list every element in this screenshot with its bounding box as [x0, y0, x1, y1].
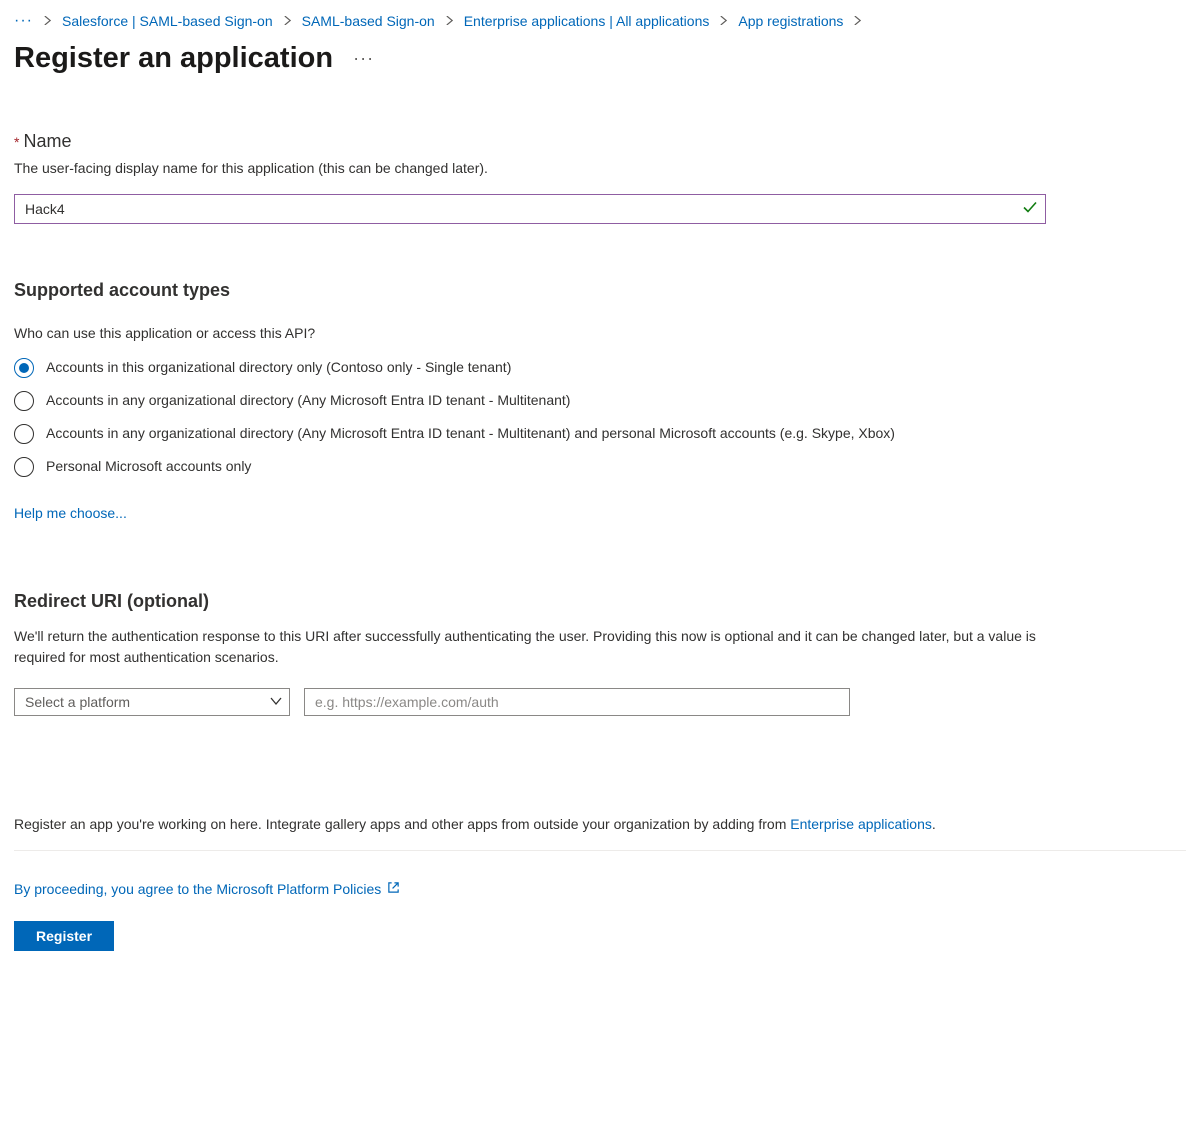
- platform-select[interactable]: Select a platform: [14, 688, 290, 716]
- page-title: Register an application: [14, 42, 333, 75]
- redirect-uri-input[interactable]: [304, 688, 850, 716]
- name-input[interactable]: [14, 194, 1046, 224]
- register-button[interactable]: Register: [14, 921, 114, 951]
- breadcrumb-item-0[interactable]: Salesforce | SAML-based Sign-on: [62, 13, 273, 29]
- redirect-controls: Select a platform: [14, 688, 1186, 716]
- radio-personal-only[interactable]: Personal Microsoft accounts only: [14, 456, 1186, 477]
- enterprise-applications-link[interactable]: Enterprise applications: [790, 816, 932, 832]
- account-types-title: Supported account types: [14, 280, 1186, 301]
- radio-label: Personal Microsoft accounts only: [46, 456, 251, 476]
- chevron-right-icon: [719, 14, 728, 28]
- radio-multitenant[interactable]: Accounts in any organizational directory…: [14, 390, 1186, 411]
- footer-note: Register an app you're working on here. …: [14, 816, 1186, 832]
- redirect-title: Redirect URI (optional): [14, 591, 1186, 612]
- footer-note-suffix: .: [932, 816, 936, 832]
- breadcrumb-item-3[interactable]: App registrations: [738, 13, 843, 29]
- more-actions-icon[interactable]: ···: [353, 48, 374, 69]
- name-input-wrapper: [14, 194, 1046, 224]
- account-types-question: Who can use this application or access t…: [14, 325, 1186, 341]
- breadcrumb-overflow[interactable]: ···: [14, 12, 33, 30]
- chevron-right-icon: [43, 14, 52, 28]
- name-label: Name: [23, 131, 71, 152]
- divider: [14, 850, 1186, 851]
- radio-icon: [14, 358, 34, 378]
- radio-icon: [14, 457, 34, 477]
- external-link-icon: [387, 881, 400, 897]
- radio-label: Accounts in this organizational director…: [46, 357, 511, 377]
- platform-policies-link[interactable]: By proceeding, you agree to the Microsof…: [14, 881, 400, 897]
- radio-multitenant-personal[interactable]: Accounts in any organizational directory…: [14, 423, 1186, 444]
- redirect-description: We'll return the authentication response…: [14, 626, 1074, 668]
- radio-icon: [14, 391, 34, 411]
- breadcrumb-item-2[interactable]: Enterprise applications | All applicatio…: [464, 13, 710, 29]
- footer-note-prefix: Register an app you're working on here. …: [14, 816, 790, 832]
- help-me-choose-link[interactable]: Help me choose...: [14, 505, 127, 521]
- radio-icon: [14, 424, 34, 444]
- chevron-right-icon: [853, 14, 862, 28]
- page-header: Register an application ···: [14, 42, 1186, 75]
- radio-label: Accounts in any organizational directory…: [46, 423, 895, 443]
- name-description: The user-facing display name for this ap…: [14, 160, 1186, 176]
- breadcrumb: ··· Salesforce | SAML-based Sign-on SAML…: [14, 12, 1186, 30]
- radio-single-tenant[interactable]: Accounts in this organizational director…: [14, 357, 1186, 378]
- account-types-radio-group: Accounts in this organizational director…: [14, 357, 1186, 477]
- redirect-section: Redirect URI (optional) We'll return the…: [14, 591, 1186, 716]
- chevron-right-icon: [445, 14, 454, 28]
- policy-link-text: By proceeding, you agree to the Microsof…: [14, 881, 381, 897]
- platform-select-wrapper: Select a platform: [14, 688, 290, 716]
- radio-label: Accounts in any organizational directory…: [46, 390, 570, 410]
- breadcrumb-item-1[interactable]: SAML-based Sign-on: [302, 13, 435, 29]
- chevron-right-icon: [283, 14, 292, 28]
- required-indicator: *: [14, 134, 19, 150]
- name-label-row: * Name: [14, 131, 1186, 152]
